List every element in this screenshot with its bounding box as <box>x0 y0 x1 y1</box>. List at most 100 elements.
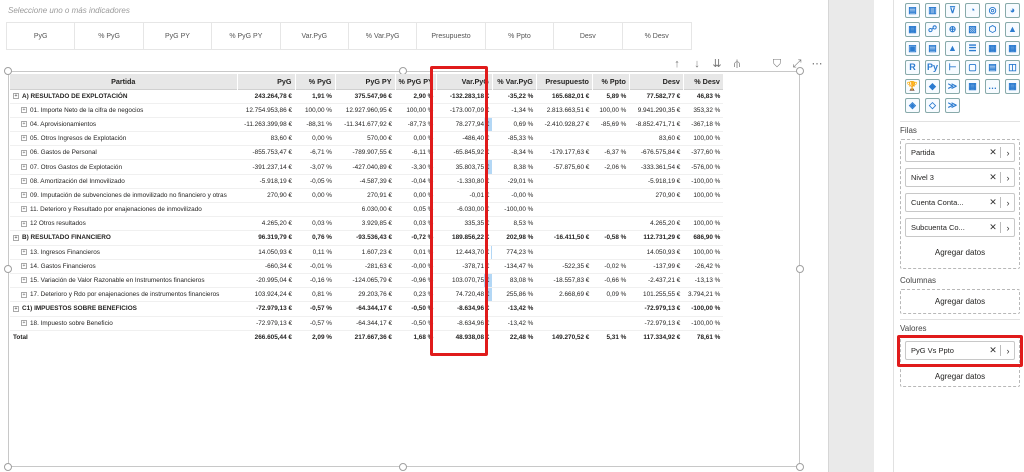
indicator-slicer[interactable]: PyG% PyG PyG PY% PyG PY Var.PyG% Var.PyG Pr… <box>6 22 692 50</box>
expand-row-icon[interactable]: + <box>21 149 27 156</box>
close-icon[interactable]: ✕ <box>987 197 999 208</box>
expand-row-icon[interactable]: + <box>21 135 27 142</box>
custom-visual-icon[interactable]: ▦ <box>1005 79 1020 94</box>
shape-map-icon[interactable]: ⬡ <box>985 22 1000 37</box>
chevron-down-icon[interactable]: › <box>1002 223 1014 233</box>
expand-row-icon[interactable]: + <box>13 92 19 99</box>
filled-map-icon[interactable]: ▧ <box>965 22 980 37</box>
resize-handle[interactable] <box>399 463 407 471</box>
decomposition-tree-icon[interactable]: ⊢ <box>945 60 960 75</box>
ellipsis-icon[interactable]: … <box>985 79 1000 94</box>
filas-field[interactable]: Cuenta Conta... ✕ › <box>905 193 1015 212</box>
arrow-up-icon[interactable]: ↑ <box>670 57 684 71</box>
column-header[interactable]: % Ppto <box>592 74 630 89</box>
resize-handle[interactable] <box>4 463 12 471</box>
resize-handle[interactable] <box>796 67 804 75</box>
close-icon[interactable]: ✕ <box>987 172 999 183</box>
filas-field[interactable]: Partida ✕ › <box>905 143 1015 162</box>
filas-field[interactable]: Nivel 3 ✕ › <box>905 168 1015 187</box>
resize-handle[interactable] <box>796 265 804 273</box>
double-arrow-down-icon[interactable]: ⇊ <box>710 57 724 71</box>
multi-row-card-icon[interactable]: ▤ <box>925 41 940 56</box>
r-visual-icon[interactable]: R <box>905 60 920 75</box>
column-header[interactable]: PyG PY <box>335 74 396 89</box>
close-icon[interactable]: ✕ <box>987 147 999 158</box>
slicer-chip[interactable]: % PyG PY <box>212 23 281 49</box>
expand-row-icon[interactable]: + <box>21 263 27 270</box>
donut-icon[interactable]: ◎ <box>985 3 1000 18</box>
chevron-down-icon[interactable]: › <box>1002 148 1014 158</box>
arcgis-icon[interactable]: ◈ <box>905 98 920 113</box>
column-header[interactable]: % Desv <box>683 74 724 89</box>
expand-row-icon[interactable]: + <box>21 206 27 213</box>
slicer-chip[interactable]: PyG PY <box>144 23 213 49</box>
python-visual-icon[interactable]: Py <box>925 60 940 75</box>
slicer-icon[interactable]: ☰ <box>965 41 980 56</box>
highlight-varpyg-column <box>430 66 488 356</box>
expand-row-icon[interactable]: + <box>21 319 27 326</box>
slicer-chip[interactable]: % Var.PyG <box>349 23 418 49</box>
table-cell: -57.875,60 € <box>536 159 593 175</box>
power-automate-icon[interactable]: ≫ <box>945 79 960 94</box>
slicer-chip[interactable]: Desv <box>554 23 623 49</box>
valores-add-data-button[interactable]: Agregar datos <box>905 367 1015 385</box>
close-icon[interactable]: ✕ <box>987 222 999 233</box>
expand-row-icon[interactable]: + <box>21 121 27 128</box>
funnel-icon[interactable]: ⊽ <box>945 3 960 18</box>
qa-icon[interactable]: ▢ <box>965 60 980 75</box>
expand-row-icon[interactable]: + <box>21 107 27 114</box>
slicer-chip[interactable]: % Ppto <box>486 23 555 49</box>
column-header[interactable]: PyG <box>237 74 296 89</box>
slicer-chip[interactable]: PyG <box>7 23 76 49</box>
gauge-icon[interactable]: ◔ <box>965 3 980 18</box>
table-cell: 1,91 % <box>295 89 335 104</box>
matrix-icon[interactable]: ▦ <box>1005 41 1020 56</box>
column-header[interactable]: Desv <box>629 74 684 89</box>
expand-row-icon[interactable]: + <box>21 192 27 199</box>
power-apps-icon[interactable]: ◆ <box>925 79 940 94</box>
expand-row-icon[interactable]: + <box>21 163 27 170</box>
azure-map-icon[interactable]: ▲ <box>1005 22 1020 37</box>
diamond-icon[interactable]: ◇ <box>925 98 940 113</box>
chevron-down-icon[interactable]: › <box>1002 173 1014 183</box>
filas-field[interactable]: Subcuenta Co... ✕ › <box>905 218 1015 237</box>
filter-icon[interactable]: ⛉ <box>770 57 784 71</box>
clustered-column-icon[interactable]: ▥ <box>925 3 940 18</box>
column-header[interactable]: Partida <box>10 74 238 89</box>
stacked-bar-icon[interactable]: ▤ <box>905 3 920 18</box>
key-influencers-icon[interactable]: ☍ <box>925 22 940 37</box>
column-header[interactable]: % PyG <box>295 74 336 89</box>
slicer-chip[interactable]: % Desv <box>623 23 691 49</box>
column-header[interactable]: % Var.PyG <box>492 74 537 89</box>
more-options-icon[interactable]: ⋯ <box>810 57 824 71</box>
table-visual-icon[interactable]: ▦ <box>985 41 1000 56</box>
card-icon[interactable]: ▣ <box>905 41 920 56</box>
slicer-chip[interactable]: % PyG <box>75 23 144 49</box>
expand-hierarchy-icon[interactable]: ⫛ <box>730 57 744 71</box>
expand-row-icon[interactable]: + <box>21 291 27 298</box>
chevrons-icon[interactable]: ≫ <box>945 98 960 113</box>
smart-narrative-icon[interactable]: ▤ <box>985 60 1000 75</box>
expand-row-icon[interactable]: + <box>13 305 19 312</box>
paginated-icon[interactable]: ◫ <box>1005 60 1020 75</box>
arrow-down-icon[interactable]: ↓ <box>690 57 704 71</box>
trophy-icon[interactable]: 🏆 <box>905 79 920 94</box>
slicer-chip[interactable]: Var.PyG <box>281 23 349 49</box>
kpi-icon[interactable]: ▲ <box>945 41 960 56</box>
expand-row-icon[interactable]: + <box>21 277 27 284</box>
resize-handle[interactable] <box>796 463 804 471</box>
expand-row-icon[interactable]: + <box>21 220 27 227</box>
chevron-down-icon[interactable]: › <box>1002 198 1014 208</box>
columnas-add-data-button[interactable]: Agregar datos <box>905 292 1015 310</box>
expand-row-icon[interactable]: + <box>21 178 27 185</box>
slicer-chip[interactable]: Presupuesto <box>417 23 486 49</box>
column-header[interactable]: Presupuesto <box>536 74 593 89</box>
expand-row-icon[interactable]: + <box>13 234 19 241</box>
map-icon[interactable]: ⊕ <box>945 22 960 37</box>
pie-icon[interactable]: ◕ <box>1005 3 1020 18</box>
expand-row-icon[interactable]: + <box>21 248 27 255</box>
filas-add-data-button[interactable]: Agregar datos <box>905 243 1015 261</box>
table-cell: 270,90 € <box>629 188 684 204</box>
more-visuals-icon[interactable]: ▦ <box>965 79 980 94</box>
table-icon[interactable]: ▦ <box>905 22 920 37</box>
